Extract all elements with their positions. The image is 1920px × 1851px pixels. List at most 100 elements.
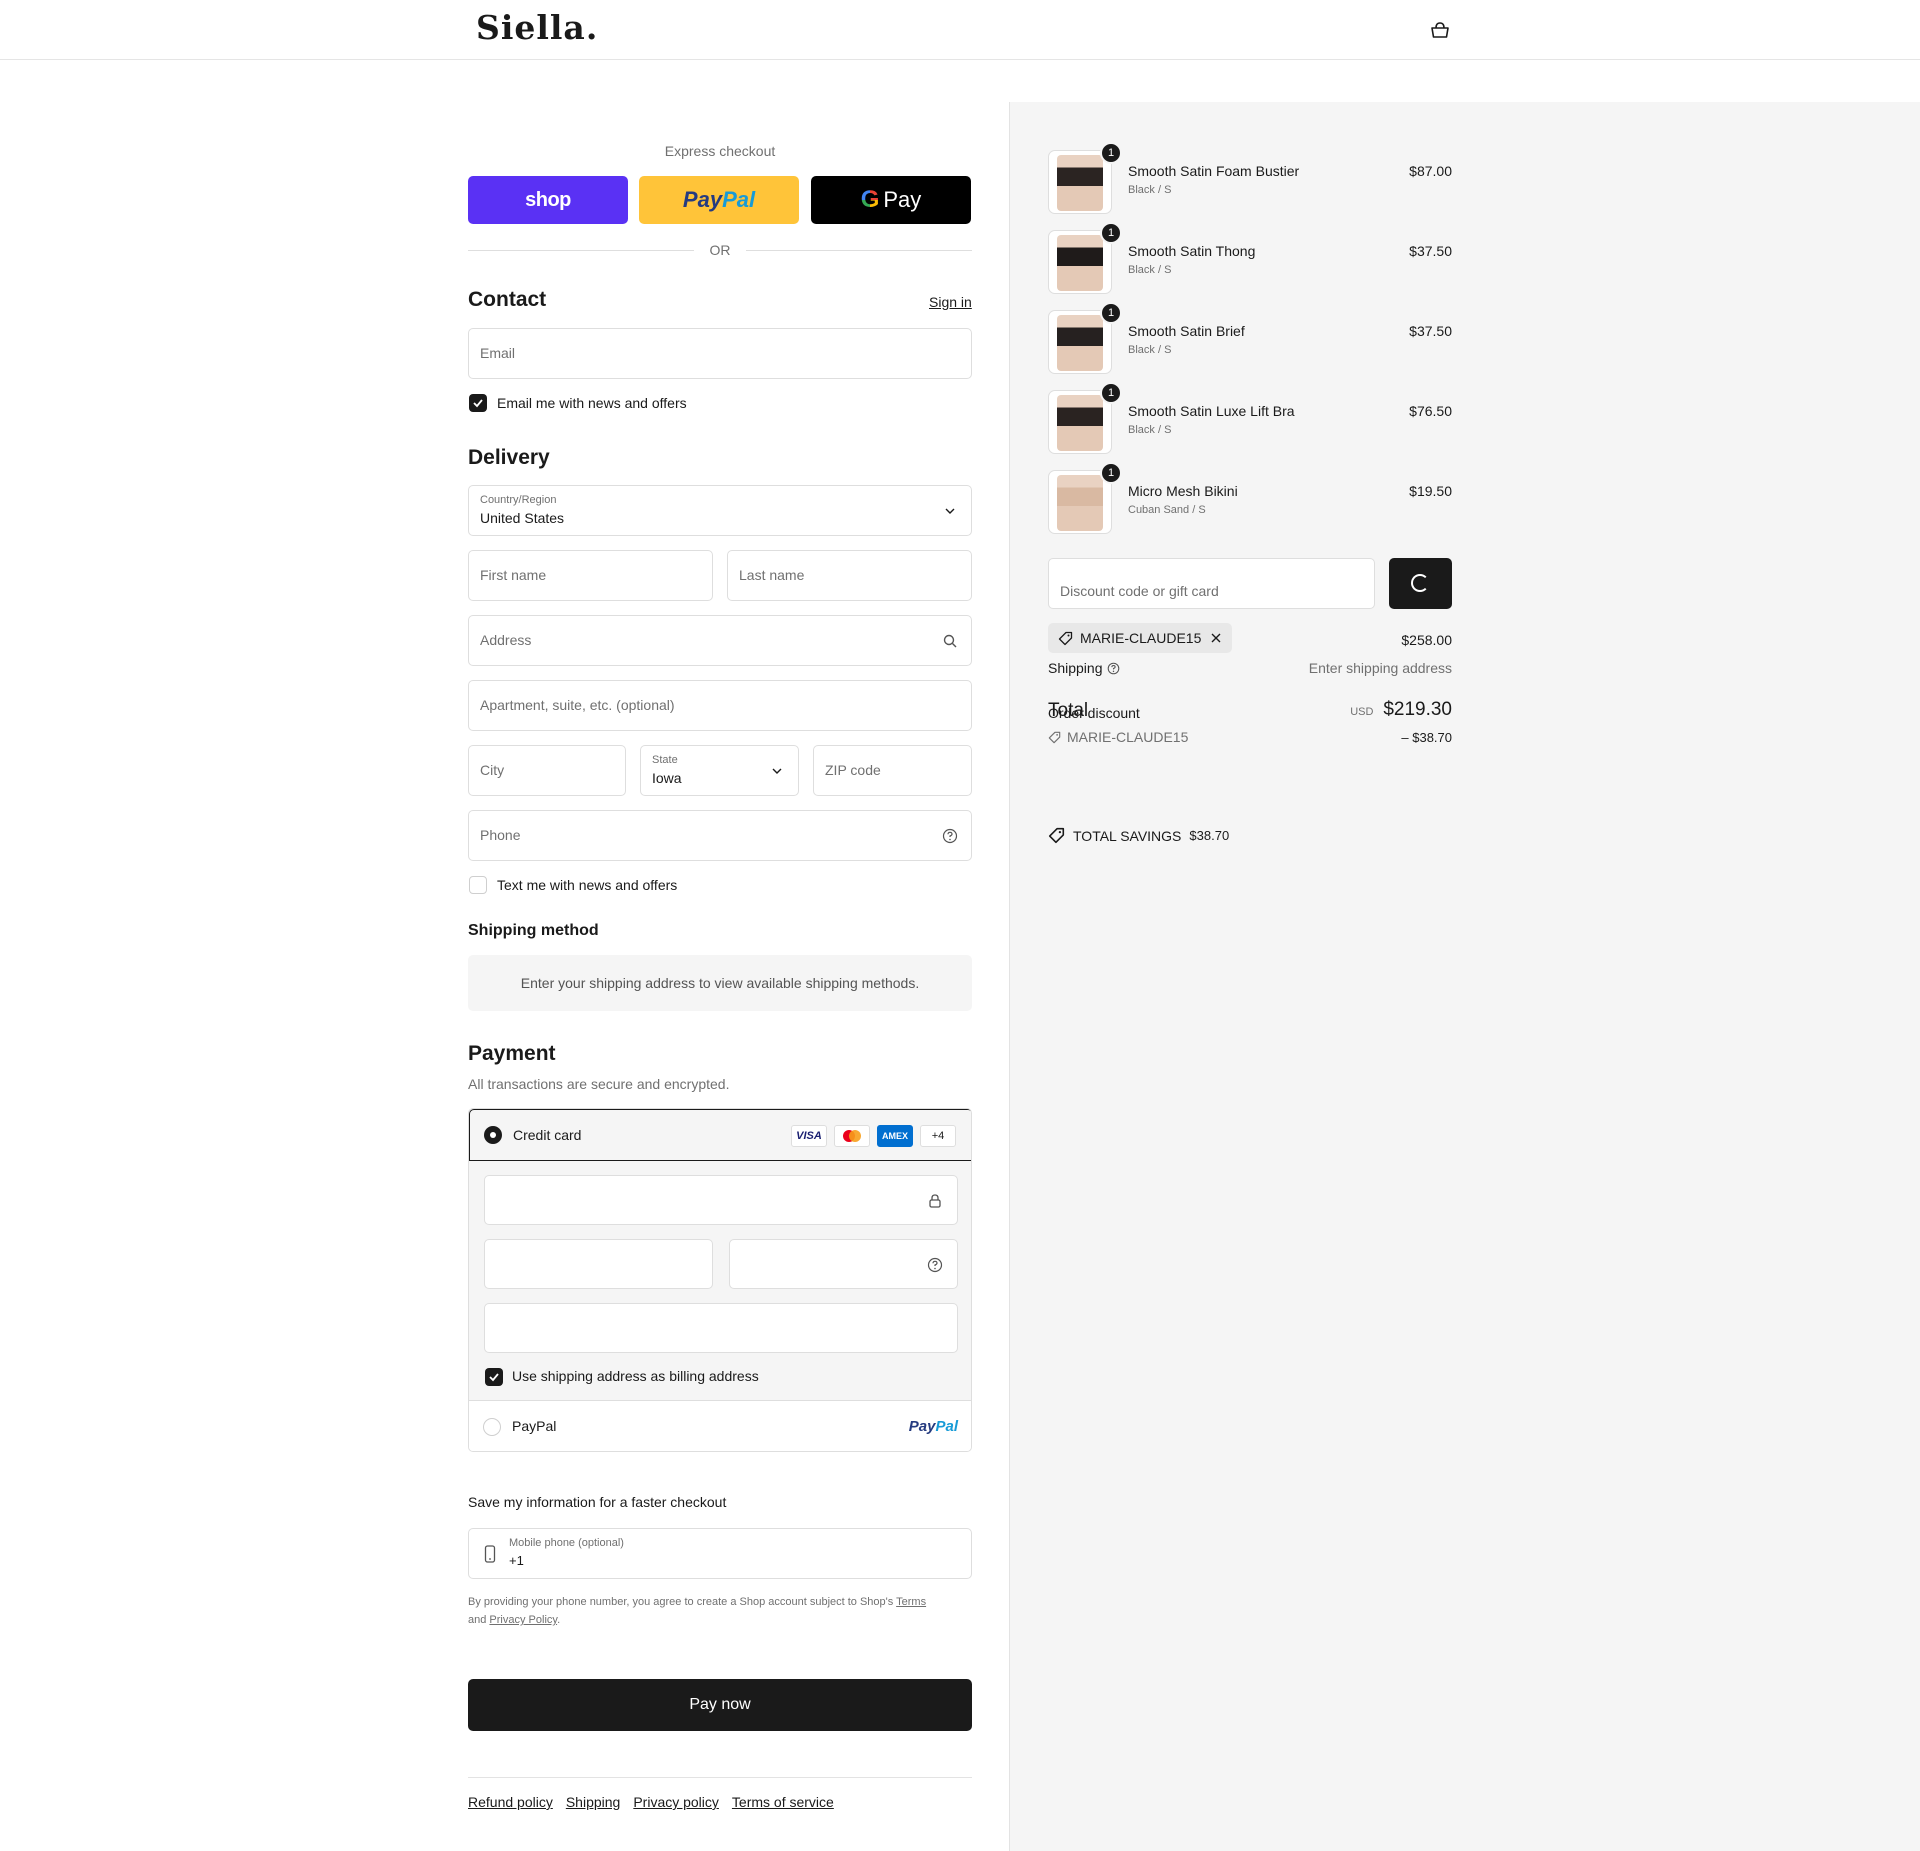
store-logo[interactable]: Siella.	[476, 8, 598, 47]
terms-of-service-link[interactable]: Terms of service	[732, 1794, 834, 1810]
amex-text: AMEX	[881, 1131, 908, 1141]
city-field[interactable]: City	[468, 745, 626, 796]
card-cvv-field[interactable]	[729, 1239, 958, 1289]
discount-code-field[interactable]: Discount code or gift card	[1048, 558, 1375, 609]
discount-chip-code: MARIE-CLAUDE15	[1080, 630, 1202, 646]
or-label: OR	[694, 242, 746, 258]
more-cards-badge: +4	[920, 1125, 956, 1147]
product-thumbnail: 1	[1048, 462, 1122, 534]
state-select[interactable]: State Iowa	[640, 745, 799, 796]
payment-title: Payment	[468, 1042, 556, 1065]
savings-label: TOTAL SAVINGS	[1073, 827, 1182, 844]
paypal-express-button[interactable]: Pay Pal	[639, 176, 799, 224]
shipping-method-message: Enter your shipping address to view avai…	[520, 975, 920, 991]
card-number-field[interactable]	[484, 1175, 958, 1225]
email-field[interactable]: Email	[468, 328, 972, 379]
payment-subtitle: All transactions are secure and encrypte…	[468, 1076, 730, 1092]
mobile-phone-field[interactable]: Mobile phone (optional) +1	[468, 1528, 972, 1579]
last-name-field[interactable]: Last name	[727, 550, 972, 601]
billing-address-checkbox[interactable]	[485, 1368, 503, 1386]
loading-spinner-icon	[1411, 574, 1429, 592]
city-placeholder: City	[480, 762, 505, 778]
paypal-label-a: Pay	[682, 187, 723, 212]
shipping-policy-link[interactable]: Shipping	[566, 1794, 621, 1810]
product-thumbnail: 1	[1048, 302, 1122, 374]
apply-discount-button[interactable]	[1389, 558, 1452, 609]
first-name-field[interactable]: First name	[468, 550, 713, 601]
chevron-down-icon	[945, 508, 955, 514]
product-price: $37.50	[1409, 323, 1452, 339]
product-image	[1057, 235, 1103, 291]
delivery-title: Delivery	[468, 446, 550, 469]
google-pay-button[interactable]: G Pay	[811, 176, 971, 224]
mobile-phone-value: +1	[509, 1553, 524, 1568]
mobile-phone-label: Mobile phone (optional)	[509, 1537, 624, 1549]
shipping-label: Shipping	[1048, 660, 1103, 676]
email-news-checkbox[interactable]	[469, 394, 487, 412]
phone-field[interactable]: Phone	[468, 810, 972, 861]
zip-field[interactable]: ZIP code	[813, 745, 972, 796]
visa-text: VISA	[796, 1130, 822, 1142]
credit-card-option[interactable]: Credit card VISA AMEX +4	[469, 1109, 971, 1161]
cart-item: 1 Smooth Satin Thong Black / S $37.50	[1048, 222, 1452, 294]
product-price: $76.50	[1409, 403, 1452, 419]
quantity-badge: 1	[1100, 382, 1122, 404]
help-icon[interactable]	[942, 828, 958, 844]
chevron-down-icon	[772, 768, 782, 774]
visa-icon: VISA	[791, 1125, 827, 1147]
sign-in-link[interactable]: Sign in	[929, 294, 972, 310]
legal-text: By providing your phone number, you agre…	[468, 1596, 894, 1608]
state-label: State	[652, 754, 678, 766]
paypal-label-b: Pal	[722, 187, 756, 212]
privacy-policy-link[interactable]: Privacy policy	[633, 1794, 719, 1810]
savings-value: $38.70	[1189, 828, 1230, 843]
shop-pay-label: shop	[525, 188, 571, 211]
country-select[interactable]: Country/Region United States	[468, 485, 972, 536]
order-discount-label: Order discount	[1048, 705, 1140, 721]
apartment-placeholder: Apartment, suite, etc. (optional)	[480, 697, 675, 713]
help-icon[interactable]	[1107, 662, 1120, 675]
cart-item: 1 Smooth Satin Foam Bustier Black / S $8…	[1048, 142, 1452, 214]
product-variant: Black / S	[1128, 424, 1172, 436]
email-news-label: Email me with news and offers	[497, 395, 687, 411]
text-news-label: Text me with news and offers	[497, 877, 678, 893]
discount-value: – $38.70	[1401, 730, 1452, 745]
discount-code-line: MARIE-CLAUDE15	[1067, 729, 1189, 745]
currency-code: USD	[1350, 706, 1374, 718]
product-variant: Cuban Sand / S	[1128, 504, 1206, 516]
mastercard-icon	[834, 1125, 870, 1147]
paypal-logo-a: Pay	[908, 1418, 936, 1435]
save-info-title: Save my information for a faster checkou…	[468, 1494, 727, 1510]
paypal-radio[interactable]	[483, 1418, 501, 1436]
more-cards-text: +4	[931, 1130, 945, 1142]
footer-divider	[468, 1777, 972, 1778]
apartment-field[interactable]: Apartment, suite, etc. (optional)	[468, 680, 972, 731]
pay-now-button[interactable]: Pay now	[468, 1679, 972, 1731]
card-name-field[interactable]	[484, 1303, 958, 1353]
country-value: United States	[480, 510, 565, 526]
shop-terms-link[interactable]: Terms	[896, 1596, 926, 1608]
address-field[interactable]: Address	[468, 615, 972, 666]
quantity-badge: 1	[1100, 462, 1122, 484]
paypal-option[interactable]: PayPal PayPal	[469, 1400, 971, 1451]
cart-item: 1 Smooth Satin Luxe Lift Bra Black / S $…	[1048, 382, 1452, 454]
cart-item: 1 Micro Mesh Bikini Cuban Sand / S $19.5…	[1048, 462, 1452, 534]
credit-card-radio[interactable]	[484, 1126, 502, 1144]
help-icon[interactable]	[927, 1257, 943, 1273]
google-pay-label: Pay	[883, 187, 922, 212]
product-variant: Black / S	[1128, 264, 1172, 276]
bag-icon[interactable]	[1429, 20, 1451, 40]
refund-policy-link[interactable]: Refund policy	[468, 1794, 553, 1810]
legal-notice: By providing your phone number, you agre…	[468, 1593, 972, 1629]
shop-privacy-link[interactable]: Privacy Policy	[489, 1614, 557, 1626]
card-expiry-field[interactable]	[484, 1239, 713, 1289]
product-image	[1057, 315, 1103, 371]
product-name: Smooth Satin Foam Bustier	[1128, 163, 1300, 179]
remove-discount-icon[interactable]	[1210, 632, 1222, 644]
lock-icon	[929, 1194, 941, 1208]
shop-pay-button[interactable]: shop	[468, 176, 628, 224]
header: Siella.	[0, 0, 1920, 60]
product-thumbnail: 1	[1048, 142, 1122, 214]
mobile-phone-icon	[484, 1545, 496, 1563]
text-news-checkbox[interactable]	[469, 876, 487, 894]
